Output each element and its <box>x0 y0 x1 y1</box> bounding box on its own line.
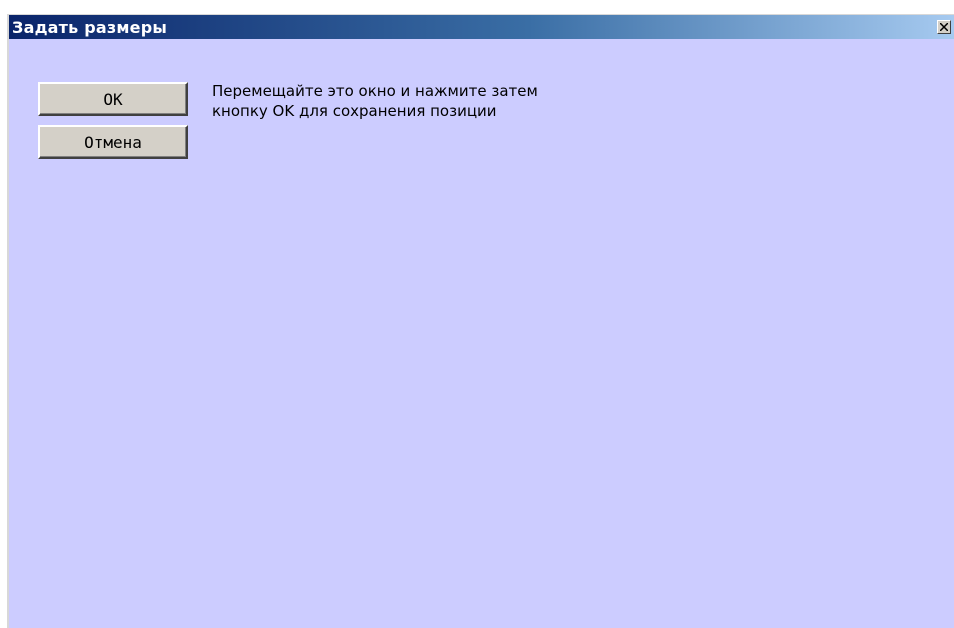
instruction-line-1: Перемещайте это окно и нажмите затем <box>212 82 538 100</box>
window-title: Задать размеры <box>12 17 168 37</box>
instruction-line-2: кнопку OK для сохранения позиции <box>212 102 497 120</box>
dialog-window: Задать размеры OK Отмена Перемещайте это… <box>7 14 954 628</box>
dialog-client-area: OK Отмена <box>9 39 954 628</box>
cancel-button[interactable]: Отмена <box>38 125 188 159</box>
close-icon <box>940 23 948 31</box>
close-button[interactable] <box>937 20 951 34</box>
instruction-text: Перемещайте это окно и нажмите затем кно… <box>212 81 538 121</box>
title-bar[interactable]: Задать размеры <box>9 15 954 39</box>
ok-button[interactable]: OK <box>38 82 188 116</box>
